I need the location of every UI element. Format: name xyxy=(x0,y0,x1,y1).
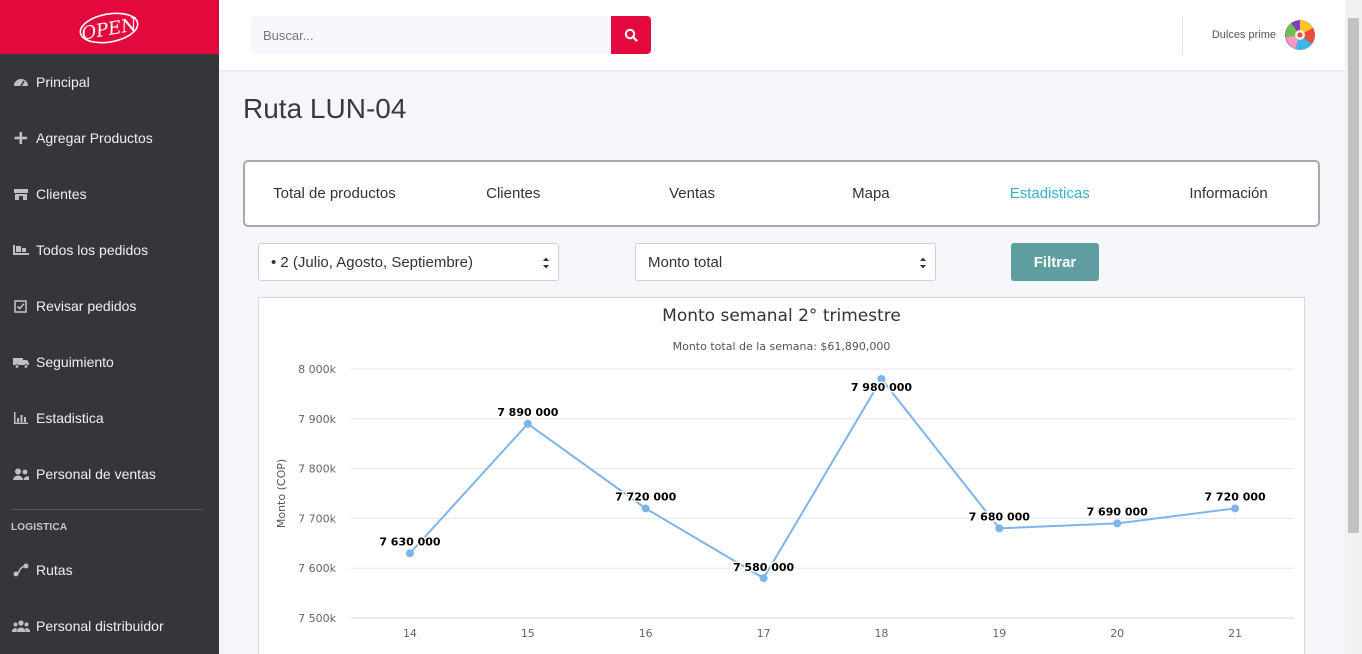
sidebar-item-label: Seguimiento xyxy=(36,354,114,370)
sidebar-item-label: Agregar Productos xyxy=(36,130,153,146)
data-point xyxy=(1113,519,1122,528)
sidebar-item-clientes[interactable]: Clientes xyxy=(0,166,219,222)
search-button[interactable] xyxy=(611,16,651,54)
sidebar-item-todos-los-pedidos[interactable]: Todos los pedidos xyxy=(0,222,219,278)
search-bar xyxy=(251,16,651,54)
chart-subtitle: Monto total de la semana: $61,890,000 xyxy=(672,340,891,353)
store-icon xyxy=(11,186,31,202)
data-point xyxy=(641,504,650,513)
select-caret-icon xyxy=(920,257,926,269)
check-square-icon xyxy=(11,298,31,314)
route-icon xyxy=(11,562,31,578)
select-caret-icon xyxy=(543,257,549,269)
sidebar-item-personal-de-ventas[interactable]: Personal de ventas xyxy=(0,446,219,502)
data-point xyxy=(405,549,414,558)
sidebar-item-seguimiento[interactable]: Seguimiento xyxy=(0,334,219,390)
logo-bar[interactable]: OPEN xyxy=(0,0,219,54)
y-tick-label: 7 900k xyxy=(298,413,336,426)
top-header: Dulces prime xyxy=(219,0,1345,70)
sidebar-item-estadistica[interactable]: Estadistica xyxy=(0,390,219,446)
sidebar-divider xyxy=(11,509,203,510)
tab-clientes[interactable]: Clientes xyxy=(424,185,603,202)
sidebar-item-label: Clientes xyxy=(36,186,87,202)
users-group-icon xyxy=(11,618,31,634)
truck-icon xyxy=(11,354,31,370)
chart-card: 7 500k 7 600k 7 700k 7 800k 7 900k 8 000k Mont… xyxy=(258,297,1305,654)
data-point xyxy=(759,574,768,583)
sidebar-item-label: Rutas xyxy=(36,562,73,578)
filter-button[interactable]: Filtrar xyxy=(1011,243,1099,281)
users-icon xyxy=(11,466,31,482)
sidebar-item-principal[interactable]: Principal xyxy=(0,54,219,110)
data-label: 7 690 000 xyxy=(1087,505,1149,518)
gauge-icon xyxy=(11,74,31,90)
user-menu[interactable]: Dulces prime xyxy=(1212,16,1315,54)
period-select-value: • 2 (Julio, Agosto, Septiembre) xyxy=(271,253,474,271)
y-tick-label: 7 800k xyxy=(298,463,336,476)
tab-informaci-n[interactable]: Información xyxy=(1139,185,1318,202)
data-point xyxy=(1231,504,1240,513)
chart-title: Monto semanal 2° trimestre xyxy=(662,306,901,326)
y-tick-label: 7 700k xyxy=(298,512,336,525)
user-avatar[interactable] xyxy=(1285,20,1315,50)
plus-icon xyxy=(11,130,31,146)
route-tabs: Total de productos Clientes Ventas Mapa Esta… xyxy=(243,160,1320,227)
metric-select-value: Monto total xyxy=(648,253,723,271)
sidebar-item-agregar-productos[interactable]: Agregar Productos xyxy=(0,110,219,166)
tab-mapa[interactable]: Mapa xyxy=(781,185,960,202)
x-tick-label: 16 xyxy=(639,627,653,640)
x-tick-label: 18 xyxy=(874,627,888,640)
sidebar-section-label: LOGISTICA xyxy=(11,522,68,533)
data-label: 7 720 000 xyxy=(615,490,677,503)
data-point xyxy=(523,419,532,428)
data-label: 7 630 000 xyxy=(379,535,441,548)
sidebar-item-label: Revisar pedidos xyxy=(36,298,137,314)
x-tick-label: 21 xyxy=(1228,627,1242,640)
sidebar-item-label: Todos los pedidos xyxy=(36,242,149,258)
search-input[interactable] xyxy=(251,16,611,54)
sidebar-item-revisar-pedidos[interactable]: Revisar pedidos xyxy=(0,278,219,334)
tab-estadisticas[interactable]: Estadisticas xyxy=(960,185,1139,202)
sidebar: OPEN Principal Agregar Productos Clientes T… xyxy=(0,0,219,654)
y-tick-label: 7 500k xyxy=(298,612,336,625)
tab-total-de-productos[interactable]: Total de productos xyxy=(245,185,424,202)
page-scrollbar[interactable] xyxy=(1345,0,1362,654)
scrollbar-thumb[interactable] xyxy=(1348,18,1359,533)
data-label: 7 980 000 xyxy=(851,381,913,394)
x-tick-label: 19 xyxy=(992,627,1006,640)
header-divider xyxy=(1182,16,1183,54)
metric-select[interactable]: Monto total xyxy=(635,243,936,281)
x-tick-label: 20 xyxy=(1110,627,1124,640)
open-logo: OPEN xyxy=(79,12,139,45)
search-icon xyxy=(624,28,638,42)
sidebar-item-rutas[interactable]: Rutas xyxy=(0,542,219,598)
sidebar-item-label: Principal xyxy=(36,74,90,90)
bar-chart-icon xyxy=(11,410,31,426)
period-select[interactable]: • 2 (Julio, Agosto, Septiembre) xyxy=(258,243,559,281)
data-label: 7 580 000 xyxy=(733,561,795,574)
pallet-icon xyxy=(11,242,31,258)
sidebar-item-label: Personal distribuidor xyxy=(36,618,164,634)
data-label: 7 890 000 xyxy=(497,406,559,419)
y-tick-label: 8 000k xyxy=(298,363,336,376)
user-name: Dulces prime xyxy=(1211,29,1276,41)
logo-text: OPEN xyxy=(79,14,139,45)
data-point xyxy=(995,524,1004,533)
data-label: 7 720 000 xyxy=(1204,490,1266,503)
x-tick-label: 17 xyxy=(757,627,771,640)
x-tick-label: 15 xyxy=(521,627,535,640)
page-title: Ruta LUN-04 xyxy=(243,93,407,124)
sidebar-item-label: Personal de ventas xyxy=(36,466,156,482)
y-axis-title: Monto (COP) xyxy=(275,459,288,528)
tab-ventas[interactable]: Ventas xyxy=(603,185,782,202)
data-label: 7 680 000 xyxy=(969,510,1031,523)
y-tick-label: 7 600k xyxy=(298,562,336,575)
x-tick-label: 14 xyxy=(403,627,417,640)
sidebar-item-label: Estadistica xyxy=(36,410,104,426)
sidebar-item-personal-distribuidor[interactable]: Personal distribuidor xyxy=(0,598,219,654)
